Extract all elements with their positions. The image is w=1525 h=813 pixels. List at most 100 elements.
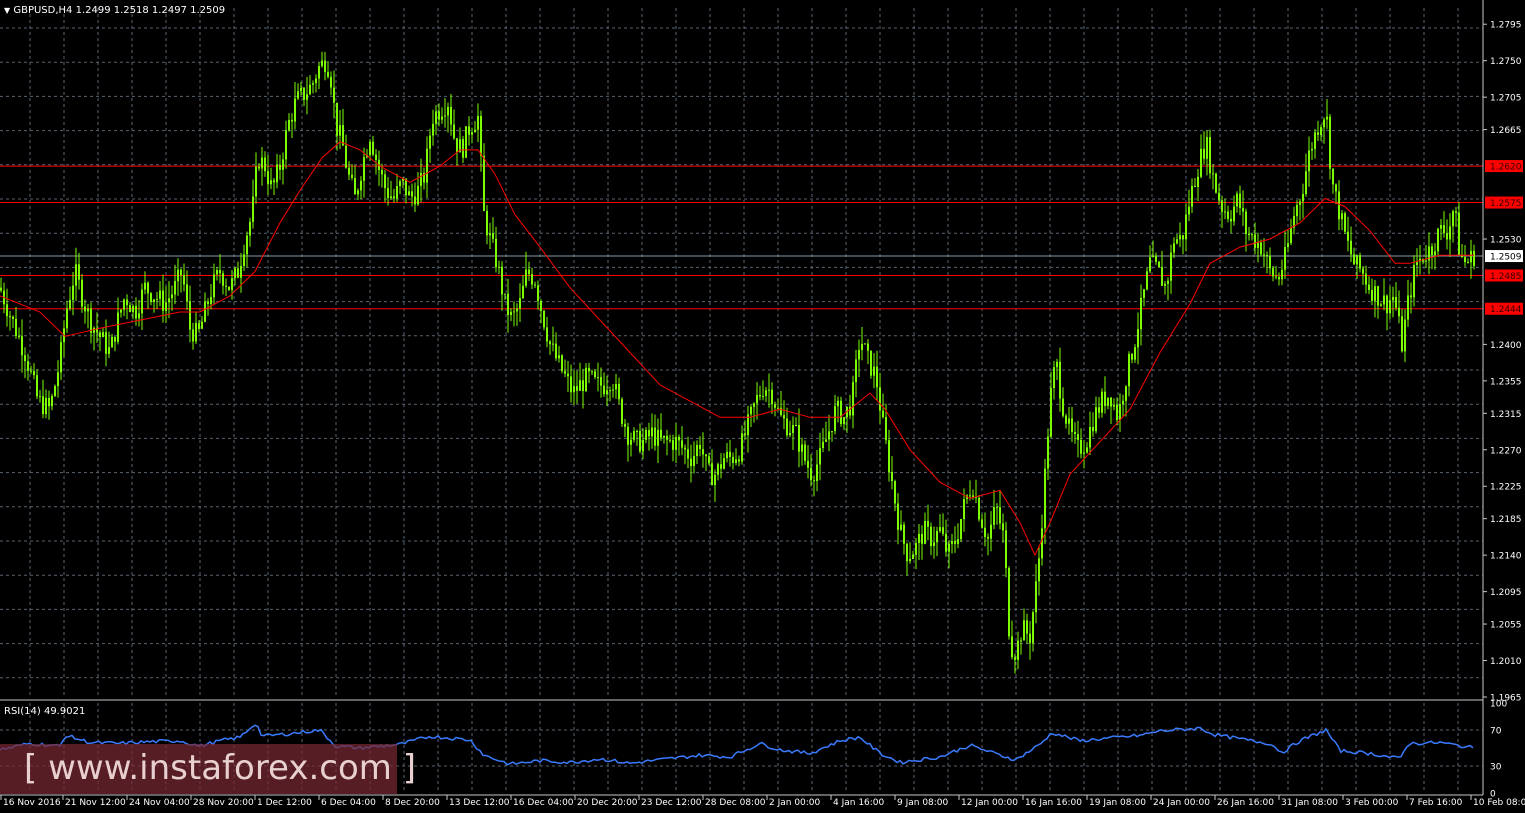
candle-body bbox=[1125, 386, 1127, 401]
candle-body bbox=[1050, 388, 1052, 437]
candle-body bbox=[1203, 148, 1205, 159]
candle-body bbox=[810, 467, 812, 481]
candle-body bbox=[1374, 286, 1376, 301]
candle-body bbox=[1068, 418, 1070, 424]
candle-body bbox=[1116, 404, 1118, 421]
y-tick-label: 1.2095 bbox=[1490, 588, 1522, 598]
candle-body bbox=[822, 441, 824, 449]
candle-body bbox=[1104, 391, 1106, 406]
candle-body bbox=[984, 527, 986, 537]
candle-body bbox=[1230, 218, 1232, 222]
candle-body bbox=[783, 415, 785, 419]
candle-body bbox=[126, 299, 128, 306]
candle-body bbox=[1212, 173, 1214, 175]
x-tick-label: 9 Jan 08:00 bbox=[897, 798, 949, 808]
candle-body bbox=[792, 425, 794, 433]
candle-body bbox=[924, 520, 926, 544]
candle-body bbox=[603, 385, 605, 395]
candle-body bbox=[1224, 211, 1226, 213]
rsi-tick-label: 70 bbox=[1490, 727, 1502, 737]
candle-body bbox=[54, 386, 56, 397]
candle-body bbox=[147, 282, 149, 294]
candle-body bbox=[1074, 431, 1076, 435]
candle-body bbox=[186, 284, 188, 302]
x-tick-label: 20 Dec 20:00 bbox=[577, 798, 638, 808]
y-tick-label: 1.2620 bbox=[1490, 163, 1522, 173]
candle-body bbox=[567, 373, 569, 377]
candle-body bbox=[21, 336, 23, 356]
candle-body bbox=[285, 130, 287, 160]
candle-body bbox=[483, 155, 485, 211]
candle-body bbox=[819, 448, 821, 465]
candle-body bbox=[1347, 231, 1349, 241]
candle-body bbox=[654, 427, 656, 446]
candle-body bbox=[312, 83, 314, 85]
candle-body bbox=[870, 350, 872, 376]
x-tick-label: 16 Dec 04:00 bbox=[513, 798, 574, 808]
candle-body bbox=[573, 386, 575, 393]
candle-body bbox=[1008, 568, 1010, 637]
candle-body bbox=[1410, 295, 1412, 298]
candle-body bbox=[558, 355, 560, 359]
candle-body bbox=[258, 166, 260, 169]
candle-body bbox=[1446, 233, 1448, 240]
candle-body bbox=[657, 429, 659, 446]
candle-body bbox=[348, 167, 350, 175]
candle-body bbox=[762, 396, 764, 398]
candle-body bbox=[72, 285, 74, 300]
triangle-down-icon[interactable]: ▼ bbox=[4, 6, 10, 15]
candle-body bbox=[255, 166, 257, 197]
candle-body bbox=[30, 370, 32, 372]
x-tick-label: 21 Nov 12:00 bbox=[65, 798, 126, 808]
candle-body bbox=[795, 424, 797, 426]
candle-body bbox=[429, 135, 431, 149]
candle-body bbox=[993, 507, 995, 525]
candle-body bbox=[141, 289, 143, 314]
candle-body bbox=[450, 106, 452, 125]
y-tick-label: 1.2270 bbox=[1490, 446, 1522, 456]
candle-body bbox=[264, 157, 266, 172]
candle-body bbox=[333, 87, 335, 103]
candle-body bbox=[804, 444, 806, 461]
candle-body bbox=[291, 119, 293, 122]
candle-body bbox=[630, 439, 632, 445]
candle-body bbox=[1314, 132, 1316, 149]
candle-body bbox=[936, 530, 938, 543]
candle-body bbox=[816, 464, 818, 481]
candle-body bbox=[711, 463, 713, 486]
candle-body bbox=[1257, 242, 1259, 248]
candle-body bbox=[384, 174, 386, 189]
candle-body bbox=[999, 507, 1001, 524]
x-tick-label: 24 Nov 04:00 bbox=[129, 798, 190, 808]
candle-body bbox=[66, 308, 68, 329]
candle-body bbox=[606, 390, 608, 395]
candle-body bbox=[354, 177, 356, 195]
candle-body bbox=[1149, 257, 1151, 272]
x-tick-label: 26 Jan 16:00 bbox=[1217, 798, 1274, 808]
candle-body bbox=[198, 323, 200, 329]
candle-body bbox=[1248, 233, 1250, 235]
candle-body bbox=[687, 449, 689, 459]
candle-body bbox=[744, 433, 746, 436]
candle-body bbox=[411, 191, 413, 197]
candle-body bbox=[579, 380, 581, 391]
candle-body bbox=[1353, 254, 1355, 265]
candle-body bbox=[693, 456, 695, 466]
candle-body bbox=[477, 115, 479, 130]
candle-body bbox=[417, 185, 419, 205]
candle-body bbox=[1143, 289, 1145, 298]
candle-body bbox=[882, 410, 884, 417]
candle-body bbox=[231, 278, 233, 290]
candle-body bbox=[1164, 283, 1166, 286]
candle-body bbox=[1191, 185, 1193, 207]
candle-body bbox=[942, 527, 944, 534]
y-tick-label: 1.2225 bbox=[1490, 483, 1522, 493]
y-tick-label: 1.2705 bbox=[1490, 94, 1522, 104]
candle-body bbox=[582, 380, 584, 392]
x-tick-label: 16 Nov 2016 bbox=[3, 798, 61, 808]
candle-body bbox=[1179, 235, 1181, 240]
candle-body bbox=[891, 471, 893, 482]
candle-body bbox=[210, 297, 212, 305]
candle-body bbox=[234, 268, 236, 279]
candle-body bbox=[834, 406, 836, 432]
